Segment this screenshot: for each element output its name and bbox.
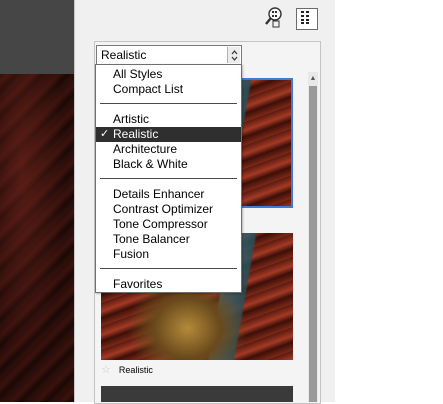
style-thumbnail[interactable] — [101, 386, 293, 402]
menu-item-label: Tone Compressor — [113, 217, 208, 231]
preview-photo — [0, 74, 74, 402]
menu-item-fusion[interactable]: Fusion — [96, 247, 241, 262]
menu-item-label: Fusion — [113, 247, 150, 261]
image-canvas — [0, 0, 74, 402]
menu-item-realistic[interactable]: ✓ Realistic — [96, 127, 241, 142]
menu-item-tone-compressor[interactable]: Tone Compressor — [96, 217, 241, 232]
menu-item-black-white[interactable]: Black & White — [96, 157, 241, 172]
menu-item-details-enhancer[interactable]: Details Enhancer — [96, 187, 241, 202]
style-filter-select[interactable]: Realistic — [96, 45, 242, 65]
menu-item-artistic[interactable]: Artistic — [96, 112, 241, 127]
scroll-up-arrow-icon[interactable]: ▲ — [308, 72, 318, 84]
style-dropdown-menu: All Styles Compact List Artistic ✓ Realis… — [95, 64, 242, 293]
menu-item-label: Architecture — [113, 142, 178, 156]
menu-item-label: Details Enhancer — [113, 187, 205, 201]
thumbnail-caption: ☆ Realistic — [101, 362, 293, 378]
star-icon[interactable]: ☆ — [101, 364, 111, 376]
checkmark-icon: ✓ — [100, 128, 110, 140]
thumbnail-scrollbar[interactable]: ▲ — [308, 72, 318, 402]
list-view-icon — [301, 10, 313, 29]
menu-item-architecture[interactable]: Architecture — [96, 142, 241, 157]
menu-item-contrast-optimizer[interactable]: Contrast Optimizer — [96, 202, 241, 217]
menu-separator — [100, 268, 237, 269]
menu-item-label: Contrast Optimizer — [113, 202, 214, 216]
menu-item-all-styles[interactable]: All Styles — [96, 67, 241, 82]
menu-item-label: Artistic — [113, 112, 149, 126]
styles-panel: ☆ Realistic ▲ Realistic All Styles Compac… — [74, 0, 336, 404]
menu-item-compact-list[interactable]: Compact List — [96, 82, 241, 97]
menu-item-label: Favorites — [113, 277, 163, 291]
menu-item-label: Black & White — [113, 157, 188, 171]
chevron-updown-icon — [227, 47, 240, 63]
workspace-background — [335, 0, 443, 402]
select-value: Realistic — [101, 48, 147, 62]
menu-item-label: Realistic — [113, 127, 159, 141]
menu-separator — [100, 103, 237, 104]
menu-item-label: Tone Balancer — [113, 232, 190, 246]
menu-item-favorites[interactable]: Favorites — [96, 277, 241, 292]
list-view-button[interactable] — [296, 8, 318, 30]
menu-item-label: Compact List — [113, 82, 184, 96]
zoom-magnifier-icon — [264, 6, 284, 33]
menu-item-label: All Styles — [113, 67, 163, 81]
zoom-button[interactable] — [263, 6, 285, 33]
thumbnail-label: Realistic — [118, 365, 153, 375]
menu-separator — [100, 178, 237, 179]
menu-item-tone-balancer[interactable]: Tone Balancer — [96, 232, 241, 247]
scrollbar-thumb[interactable] — [309, 86, 317, 402]
